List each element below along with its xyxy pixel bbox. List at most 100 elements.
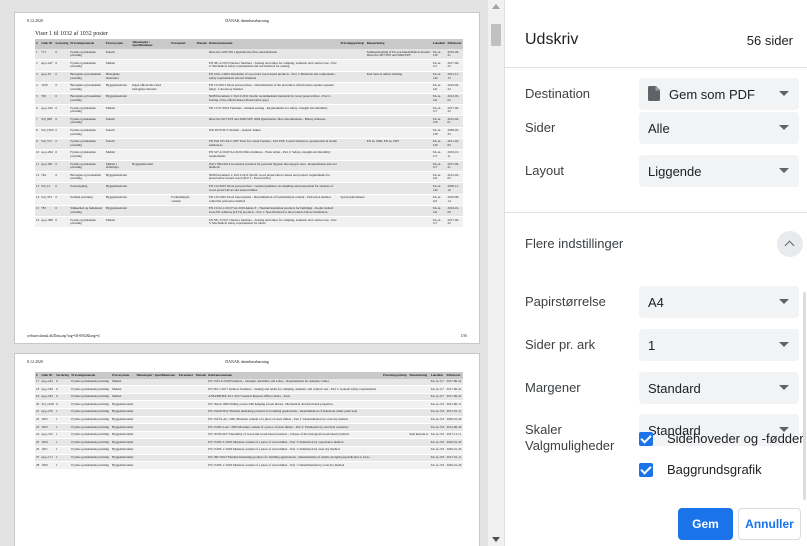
pages-row: Sider Alle xyxy=(505,108,807,144)
table-header-cell: Referencemetode xyxy=(207,39,340,50)
more-settings-row[interactable]: Flere indstillinger xyxy=(505,226,807,262)
table-cell: TA-ra-140 xyxy=(431,182,447,195)
table-cell: Biologisk og biokemisk prøvning xyxy=(69,82,105,94)
table-cell: EN 152:2013 Wood preservatives - Determi… xyxy=(207,82,340,94)
table-cell xyxy=(365,149,432,162)
table-cell: ap-p-91 xyxy=(40,71,55,83)
chevron-down-icon xyxy=(779,168,789,173)
table-cell: Fysisk og mekanisk prøvning xyxy=(70,400,112,409)
table-cell: TA-ra-130 xyxy=(431,138,447,150)
table-cell xyxy=(365,82,432,94)
table-cell xyxy=(135,378,178,387)
table-cell xyxy=(194,446,208,455)
table-cell: ap-p-243 xyxy=(40,378,55,387)
paper-size-select[interactable]: A4 xyxy=(639,286,799,318)
headers-footers-label[interactable]: Sidehoveder og -fødder xyxy=(667,431,804,446)
save-button[interactable]: Gem xyxy=(678,508,733,540)
table-header-cell: Bemærkning xyxy=(365,39,432,50)
table-cell: Std_1004 xyxy=(40,127,55,139)
table-cell xyxy=(194,454,208,463)
table-cell xyxy=(382,378,409,387)
table-cell: Møbler xyxy=(104,104,132,117)
table-cell: Byggematerialer xyxy=(104,205,132,218)
table-row: 18 ap-p-186 6 Fysisk og mekanisk prøvning Mø… xyxy=(35,385,463,394)
table-cell xyxy=(177,378,195,387)
table-cell: EN 15101-1:2013+A1:2019 Annex F - Therma… xyxy=(207,205,340,218)
page-footer: webuser.danak.dk/Data.asp?sag=04-0002&la… xyxy=(27,334,467,338)
table-cell: 6 xyxy=(54,194,70,206)
table-cell: Tekstil xyxy=(104,49,132,61)
table-cell: Byggematerialer xyxy=(104,194,132,206)
table-row: 3 ap-p-91 6 Biologisk og biokemisk prøvning… xyxy=(35,71,463,83)
table-cell xyxy=(339,149,366,162)
table-cell: Møbler i afdelinger xyxy=(104,160,132,173)
cancel-button[interactable]: Annuller xyxy=(738,508,801,540)
table-cell: 2019-06-21 xyxy=(446,49,463,61)
table-cell xyxy=(170,149,196,162)
panel-title: Udskriv xyxy=(525,31,579,48)
table-cell: 763 xyxy=(40,93,55,106)
table-cell xyxy=(177,416,195,425)
table-cell xyxy=(339,59,366,72)
scroll-down-arrow-icon[interactable] xyxy=(492,537,500,542)
layout-select[interactable]: Liggende xyxy=(639,155,799,187)
paper-size-row: Papirstørrelse A4 xyxy=(505,282,807,318)
table-cell: 6 xyxy=(54,205,70,218)
margins-select[interactable]: Standard xyxy=(639,372,799,404)
table-cell: Fysisk og mekanisk prøvning xyxy=(69,216,105,229)
more-settings-label: Flere indstillinger xyxy=(525,236,624,251)
table-row: 28 1650 1 Fysisk og mekanisk prøvning Byggem… xyxy=(35,461,463,470)
table-cell xyxy=(408,446,430,455)
table-cell xyxy=(382,423,409,432)
table-cell: EN 527-2:2016+A1:2019 Office furniture -… xyxy=(207,149,340,162)
scrollbar-thumb[interactable] xyxy=(491,24,501,46)
table-cell xyxy=(177,385,195,394)
table-cell: EN 13183-1: 2002 Moisture content of a p… xyxy=(207,461,382,470)
table-cell: 6 xyxy=(54,160,70,173)
margins-row: Margener Standard xyxy=(505,368,807,404)
table-cell: ANSI/BIFMA X5.1:2017 General Purpose Off… xyxy=(207,393,382,402)
background-graphics-label[interactable]: Baggrundsgrafik xyxy=(667,462,762,477)
table-cell: 2012-06-20 xyxy=(445,423,463,432)
preview-scrollbar[interactable] xyxy=(488,0,504,546)
table-cell: 2017-01-11 xyxy=(445,454,463,463)
table-cell xyxy=(177,438,195,447)
background-graphics-checkbox[interactable] xyxy=(639,463,653,477)
table-cell xyxy=(382,416,409,425)
print-preview-area[interactable]: 8.12.2020 DANAK datenbasebarning Viser 1… xyxy=(0,0,488,546)
table-cell xyxy=(135,393,178,402)
table-cell xyxy=(177,446,195,455)
table-cell: ap-p-312 xyxy=(40,431,55,440)
table-cell: Byggematerialer xyxy=(104,93,132,106)
table-cell: Fysisk og mekanisk prøvning xyxy=(70,416,112,425)
pages-per-sheet-select[interactable]: 1 xyxy=(639,329,799,361)
panel-header: Udskriv 56 sider xyxy=(505,0,807,68)
pages-select[interactable]: Alle xyxy=(639,112,799,144)
table-cell: ap-p-243 xyxy=(40,393,55,402)
destination-label: Destination xyxy=(525,86,591,101)
scroll-up-arrow-icon[interactable] xyxy=(492,4,500,9)
table-cell: EN 1335-2:2018 Furniture - Strength, dur… xyxy=(207,378,382,387)
table-cell xyxy=(177,454,195,463)
table-cell: Møbler xyxy=(104,149,132,162)
table-header-cell: Unik ID xyxy=(40,372,55,379)
table-cell xyxy=(365,104,432,117)
destination-select[interactable]: Gem som PDF xyxy=(639,78,799,110)
table-cell: 1 xyxy=(54,461,71,470)
table-cell: 1655 xyxy=(40,416,55,425)
chevron-up-icon[interactable] xyxy=(777,231,803,257)
table-cell: 2019-01-09 xyxy=(446,205,463,218)
table-cell: Biologisk og biokemisk prøvning xyxy=(69,171,105,184)
table-cell: Fysisk og mekanisk prøvning xyxy=(70,378,112,387)
table-cell: Byggematerialer xyxy=(111,461,136,470)
headers-footers-checkbox[interactable] xyxy=(639,432,653,446)
table-cell: EN 1607:2013 Thermal insulating products… xyxy=(207,454,382,463)
pages-per-sheet-label: Sider pr. ark xyxy=(525,337,596,352)
table-cell: Fysisk og mekanisk prøvning xyxy=(69,115,105,128)
table-cell: TA-ra-141 xyxy=(431,205,447,218)
table-cell: EN 13183-2-AC: 2003 Moisture content of … xyxy=(207,423,382,432)
panel-scrollbar[interactable] xyxy=(803,292,806,500)
table-cell: TA-ra-141 xyxy=(431,171,447,184)
table-cell: 2017-11-11 xyxy=(445,431,463,440)
table-cell xyxy=(339,182,366,195)
